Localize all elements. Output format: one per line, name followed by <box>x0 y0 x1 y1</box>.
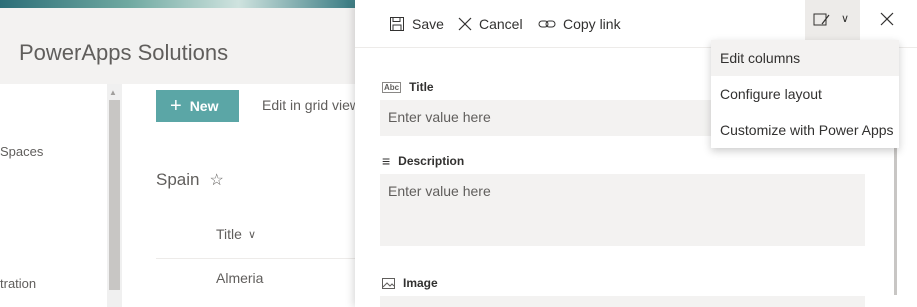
new-button-label: New <box>189 98 219 114</box>
panel-scrollbar[interactable] <box>894 145 897 295</box>
table-row[interactable]: Almeria <box>216 270 263 286</box>
left-navigation: Spaces tration <box>0 84 122 307</box>
row-divider <box>156 258 355 259</box>
description-placeholder: Enter value here <box>388 183 491 199</box>
left-nav-scroll-thumb[interactable] <box>109 100 120 290</box>
image-icon <box>382 277 395 289</box>
image-field[interactable] <box>380 296 865 307</box>
cancel-label: Cancel <box>479 16 523 32</box>
save-label: Save <box>412 16 444 32</box>
site-title[interactable]: PowerApps Solutions <box>19 40 228 66</box>
edit-form-icon <box>813 13 830 26</box>
chevron-down-icon: ∨ <box>247 228 256 241</box>
form-options-menu: Edit columns Configure layout Customize … <box>711 40 899 148</box>
menu-item-edit-columns[interactable]: Edit columns <box>711 40 899 76</box>
cancel-button[interactable]: Cancel <box>458 16 523 32</box>
close-panel-icon[interactable] <box>878 10 896 28</box>
description-field[interactable]: Enter value here <box>380 174 865 246</box>
copy-link-label: Copy link <box>563 16 621 32</box>
title-label-text: Title <box>409 80 434 94</box>
list-title: Spain ☆ <box>156 170 224 190</box>
multiline-text-icon: ≡ <box>382 153 391 169</box>
save-icon <box>390 17 404 31</box>
link-icon <box>538 20 556 28</box>
text-field-icon: Abc <box>382 81 402 93</box>
edit-in-grid-view-label: Edit in grid view <box>262 97 355 113</box>
column-header-label: Title <box>216 226 242 242</box>
copy-link-button[interactable]: Copy link <box>538 16 621 32</box>
scroll-up-arrow-icon[interactable]: ▲ <box>109 88 117 97</box>
edit-in-grid-view-button[interactable]: Edit in grid view <box>254 97 355 113</box>
close-x-icon <box>458 17 472 31</box>
new-button[interactable]: + New <box>156 90 239 122</box>
menu-item-customize-power-apps[interactable]: Customize with Power Apps <box>711 112 899 148</box>
plus-icon: + <box>170 95 182 117</box>
title-field-label: Abc Title <box>382 80 434 94</box>
edit-form-menu-button[interactable]: ∨ <box>805 0 860 40</box>
description-label-text: Description <box>398 154 465 168</box>
chevron-down-icon: ∨ <box>841 13 850 25</box>
title-placeholder: Enter value here <box>388 109 491 125</box>
list-name: Spain <box>156 170 200 189</box>
save-button[interactable]: Save <box>389 16 444 32</box>
description-field-label: ≡ Description <box>382 154 464 168</box>
image-field-label: Image <box>382 276 438 290</box>
menu-item-configure-layout[interactable]: Configure layout <box>711 76 899 112</box>
image-label-text: Image <box>403 276 438 290</box>
nav-item-spaces[interactable]: Spaces <box>0 144 43 159</box>
nav-item-administration[interactable]: tration <box>0 276 36 291</box>
favorite-star-icon[interactable]: ☆ <box>209 170 223 190</box>
column-header-title[interactable]: Title ∨ <box>216 226 256 242</box>
